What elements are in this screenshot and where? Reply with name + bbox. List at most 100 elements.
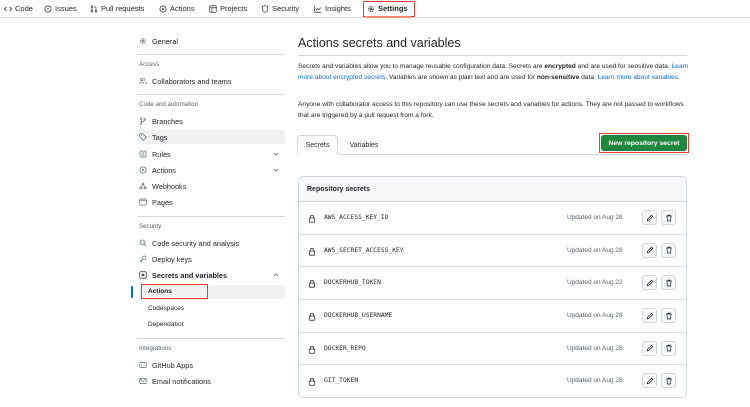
sidebar-item-branches[interactable]: Branches [137, 114, 285, 128]
secret-name: DOCKER_REPO [324, 344, 366, 352]
codescan-icon [139, 239, 147, 247]
graph-icon [314, 5, 322, 13]
sidebar-heading-access: Access [139, 61, 159, 68]
secret-updated: Updated on Aug 28 [567, 246, 623, 254]
tab-code[interactable]: Code [4, 2, 33, 15]
sidebar-subitem-dependabot[interactable]: Dependabot [148, 321, 183, 328]
chevron-down-icon[interactable] [272, 150, 280, 158]
secret-name: AWS_SECRET_ACCESS_KEY [324, 246, 404, 254]
trash-icon [665, 214, 672, 221]
tab-variables[interactable]: Variables [341, 135, 387, 155]
sidebar-item-label: Collaborators and teams [152, 76, 232, 86]
tab-projects[interactable]: Projects [209, 2, 247, 15]
page-title: Actions secrets and variables [298, 36, 461, 50]
lock-icon [308, 214, 316, 223]
secret-name: GIT_TOKEN [324, 377, 359, 385]
sidebar-divider [137, 216, 285, 217]
edit-button[interactable] [642, 373, 657, 389]
asterisk-icon [139, 271, 147, 279]
desc-text: . Variables are shown as plain text and … [385, 73, 537, 81]
sidebar-item-label: Deploy keys [152, 254, 192, 264]
tab-actions[interactable]: Actions [159, 2, 195, 15]
tab-projects-label: Projects [220, 4, 248, 13]
lock-icon [308, 313, 316, 321]
access-note: Anyone with collaborator access to this … [298, 101, 684, 119]
edit-button[interactable] [642, 308, 657, 324]
pull-request-icon [90, 5, 98, 12]
edit-button[interactable] [642, 275, 657, 291]
people-icon [139, 77, 147, 85]
secret-updated: Updated on Aug 22 [567, 279, 623, 287]
title-divider [298, 55, 687, 56]
shield-icon [261, 4, 269, 13]
sidebar-item-label: Actions [152, 165, 176, 175]
sidebar-subitem-codespaces[interactable]: Codespaces [148, 305, 184, 312]
secret-updated: Updated on Aug 28 [567, 344, 623, 352]
sidebar-item-code-security[interactable]: Code security and analysis [137, 236, 285, 250]
tab-security[interactable]: Security [261, 2, 299, 15]
active-tab-underline [365, 16, 411, 18]
settings-highlight-box [363, 1, 415, 17]
delete-button[interactable] [661, 373, 676, 389]
new-secret-highlight-box [599, 133, 689, 153]
sidebar-divider [137, 94, 285, 95]
desc-text: data. [579, 73, 598, 81]
tab-pull-requests[interactable]: Pull requests [90, 2, 144, 15]
play-icon [139, 166, 147, 174]
sidebar-item-label: Branches [152, 116, 183, 126]
sidebar-item-github-apps[interactable]: GitHub Apps [137, 358, 285, 372]
chevron-up-icon[interactable] [272, 271, 280, 279]
mail-icon [139, 378, 147, 384]
delete-button[interactable] [661, 242, 676, 258]
tab-issues[interactable]: Issues [44, 2, 77, 15]
sidebar-item-label: Secrets and variables [152, 270, 228, 280]
delete-button[interactable] [661, 210, 676, 225]
trash-icon [665, 312, 672, 319]
sidebar-item-tags[interactable]: Tags [137, 130, 285, 144]
secret-name: DOCKERHUB_USERNAME [324, 312, 393, 320]
sidebar-item-label: Webhooks [152, 181, 187, 191]
pencil-icon [646, 344, 653, 352]
sidebar-item-collaborators[interactable]: Collaborators and teams [137, 74, 285, 88]
sidebar-item-pages[interactable]: Pages [137, 195, 285, 209]
branch-icon [140, 117, 146, 125]
sidebar-heading-security: Security [139, 223, 162, 230]
edit-button[interactable] [642, 242, 657, 258]
sidebar-item-webhooks[interactable]: Webhooks [137, 179, 285, 193]
sidebar-item-label: Code security and analysis [152, 238, 240, 248]
sidebar-divider [137, 338, 285, 339]
tab-secrets[interactable]: Secrets [297, 135, 338, 155]
code-icon [4, 6, 12, 11]
lock-icon [308, 247, 316, 256]
browser-icon [139, 198, 147, 206]
delete-button[interactable] [661, 275, 676, 291]
delete-button[interactable] [661, 308, 676, 324]
rules-icon [139, 150, 147, 158]
sidebar-heading-code-automation: Code and automation [139, 101, 199, 108]
tab-insights-label: Insights [325, 4, 351, 13]
pencil-icon [646, 214, 653, 221]
sidebar-item-label: Tags [152, 132, 168, 142]
edit-button[interactable] [642, 210, 657, 225]
delete-button[interactable] [661, 340, 676, 356]
secret-row: DOCKERHUB_TOKEN Updated on Aug 22 [299, 267, 686, 301]
sidebar-item-secrets-variables[interactable]: Secrets and variables [137, 268, 285, 282]
sidebar-item-deploy-keys[interactable]: Deploy keys [137, 252, 285, 266]
secret-row: AWS_SECRET_ACCESS_KEY Updated on Aug 28 [299, 235, 686, 268]
desc-text: and are used for sensitive data. [575, 63, 672, 70]
learn-variables-link[interactable]: Learn more about variables [598, 74, 678, 81]
tab-insights[interactable]: Insights [314, 2, 351, 15]
sidebar-item-email-notifications[interactable]: Email notifications [137, 374, 285, 388]
edit-button[interactable] [642, 340, 657, 356]
pencil-icon [646, 279, 653, 287]
tab-pull-requests-label: Pull requests [101, 4, 145, 13]
secret-name: AWS_ACCESS_KEY_ID [324, 214, 389, 221]
sidebar-heading-integrations: Integrations [139, 345, 172, 352]
pencil-icon [646, 377, 653, 385]
sidebar-item-rules[interactable]: Rules [137, 147, 285, 161]
sidebar-item-general[interactable]: General [137, 34, 285, 48]
actions-highlight-box [141, 284, 208, 299]
sidebar-item-actions[interactable]: Actions [137, 163, 285, 177]
lock-icon [308, 345, 316, 354]
chevron-down-icon[interactable] [272, 166, 280, 174]
